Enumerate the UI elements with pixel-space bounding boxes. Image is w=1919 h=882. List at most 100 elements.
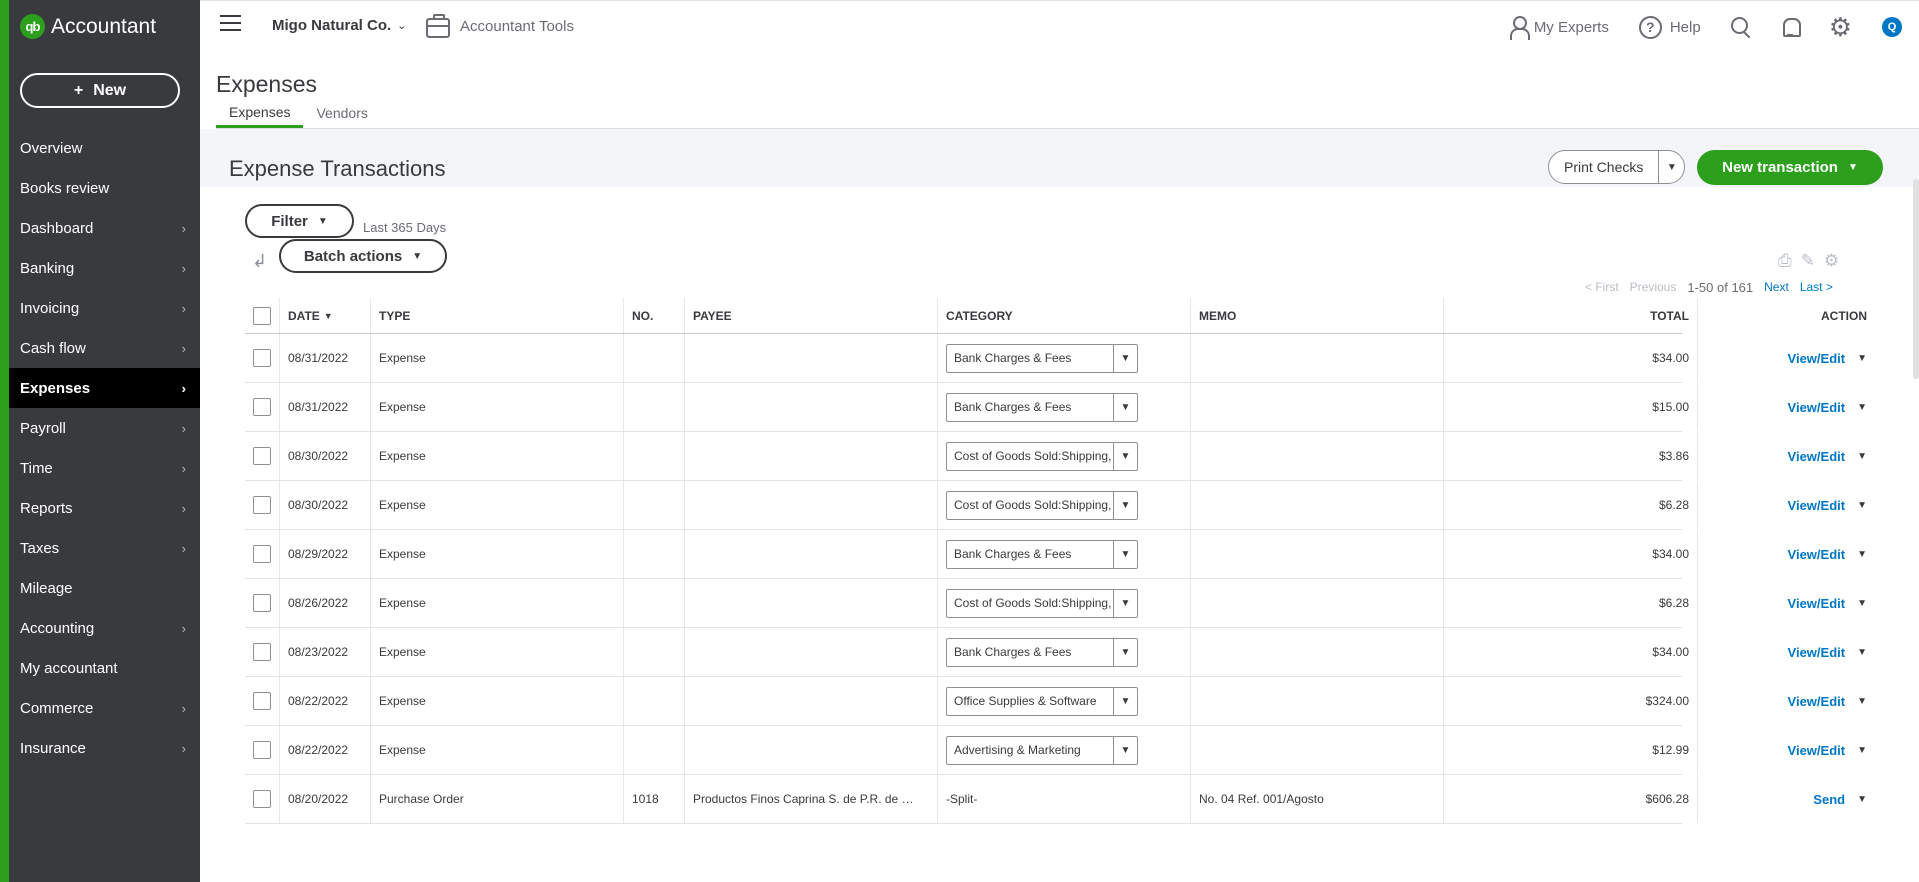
accountant-tools-button[interactable]: Accountant Tools — [426, 14, 574, 38]
table-row[interactable]: 08/30/2022 Expense Cost of Goods Sold:Ship… — [245, 432, 1867, 481]
table-row[interactable]: 08/22/2022 Expense Office Supplies & Softw… — [245, 677, 1867, 726]
sidebar-item-mileage[interactable]: Mileage — [9, 568, 200, 608]
category-select[interactable]: Bank Charges & Fees ▼ — [946, 343, 1138, 373]
col-type[interactable]: TYPE — [371, 298, 624, 333]
row-action-link[interactable]: View/Edit — [1788, 596, 1846, 611]
row-checkbox[interactable] — [253, 496, 271, 514]
table-settings-gear-icon[interactable]: ⚙ — [1824, 251, 1839, 271]
category-select[interactable]: Cost of Goods Sold:Shipping, fr ▼ — [946, 490, 1138, 520]
table-row[interactable]: 08/31/2022 Expense Bank Charges & Fees ▼ $34… — [245, 334, 1867, 383]
caret-down-icon[interactable]: ▼ — [1857, 353, 1867, 364]
sidebar-item-expenses[interactable]: Expenses › — [9, 368, 200, 408]
row-action-link[interactable]: View/Edit — [1788, 498, 1846, 513]
select-all-checkbox[interactable] — [253, 306, 271, 325]
tab-vendors[interactable]: Vendors — [303, 98, 380, 128]
caret-down-icon[interactable]: ▼ — [1857, 451, 1867, 462]
table-row[interactable]: 08/20/2022 Purchase Order 1018 Productos Fi… — [245, 775, 1867, 824]
table-row[interactable]: 08/23/2022 Expense Bank Charges & Fees ▼ $34… — [245, 628, 1867, 677]
row-action-link[interactable]: View/Edit — [1788, 449, 1846, 464]
pager-next[interactable]: Next — [1764, 280, 1789, 295]
table-row[interactable]: 08/29/2022 Expense Bank Charges & Fees ▼ $34… — [245, 530, 1867, 579]
col-category[interactable]: CATEGORY — [938, 298, 1191, 333]
row-checkbox[interactable] — [253, 594, 271, 612]
row-action-link[interactable]: View/Edit — [1788, 645, 1846, 660]
row-action-link[interactable]: View/Edit — [1788, 351, 1846, 366]
col-no[interactable]: NO. — [624, 298, 685, 333]
notifications-button[interactable] — [1781, 16, 1801, 38]
caret-down-icon[interactable]: ▼ — [1857, 794, 1867, 805]
batch-actions-button[interactable]: Batch actions ▼ — [279, 239, 447, 273]
table-row[interactable]: 08/22/2022 Expense Advertising & Marketing… — [245, 726, 1867, 775]
row-checkbox[interactable] — [253, 790, 271, 808]
sidebar-item-invoicing[interactable]: Invoicing › — [9, 288, 200, 328]
table-row[interactable]: 08/30/2022 Expense Cost of Goods Sold:Ship… — [245, 481, 1867, 530]
sidebar-item-payroll[interactable]: Payroll › — [9, 408, 200, 448]
new-transaction-button[interactable]: New transaction ▼ — [1697, 150, 1883, 185]
sidebar-item-dashboard[interactable]: Dashboard › — [9, 208, 200, 248]
category-select[interactable]: Cost of Goods Sold:Shipping, fr ▼ — [946, 441, 1138, 471]
caret-down-icon[interactable]: ▼ — [1857, 598, 1867, 609]
col-payee[interactable]: PAYEE — [685, 298, 938, 333]
hamburger-menu-icon[interactable] — [220, 15, 241, 33]
category-value: Advertising & Marketing — [954, 743, 1081, 757]
caret-down-icon[interactable]: ▼ — [1857, 745, 1867, 756]
row-action-link[interactable]: View/Edit — [1788, 694, 1846, 709]
search-button[interactable] — [1730, 17, 1751, 37]
row-checkbox[interactable] — [253, 643, 271, 661]
row-action-link[interactable]: Send — [1813, 792, 1845, 807]
caret-down-icon[interactable]: ▼ — [1857, 500, 1867, 511]
caret-down-icon[interactable]: ▼ — [1857, 402, 1867, 413]
export-icon[interactable]: ✎ — [1801, 251, 1815, 271]
row-checkbox[interactable] — [253, 692, 271, 710]
col-date[interactable]: DATE ▼ — [280, 298, 371, 333]
sidebar-item-insurance[interactable]: Insurance › — [9, 728, 200, 768]
category-select[interactable]: Advertising & Marketing ▼ — [946, 735, 1138, 765]
row-checkbox[interactable] — [253, 545, 271, 563]
category-select[interactable]: Cost of Goods Sold:Shipping, fr ▼ — [946, 588, 1138, 618]
caret-down-icon[interactable]: ▼ — [1857, 549, 1867, 560]
print-icon[interactable]: ⎙ — [1778, 251, 1792, 271]
tab-expenses[interactable]: Expenses — [216, 98, 304, 128]
pager-first[interactable]: < First — [1585, 280, 1619, 295]
row-checkbox[interactable] — [253, 447, 271, 465]
help-button[interactable]: ? Help — [1638, 15, 1701, 39]
row-action-link[interactable]: View/Edit — [1788, 743, 1846, 758]
my-experts-button[interactable]: My Experts — [1509, 16, 1609, 40]
row-checkbox[interactable] — [253, 741, 271, 759]
pager-previous[interactable]: Previous — [1630, 280, 1677, 295]
category-select[interactable]: Bank Charges & Fees ▼ — [946, 539, 1138, 569]
sidebar-item-cash-flow[interactable]: Cash flow › — [9, 328, 200, 368]
brand-logo[interactable]: qb Accountant — [20, 14, 156, 39]
print-checks-dropdown[interactable]: ▼ — [1658, 151, 1684, 183]
col-total[interactable]: TOTAL — [1444, 298, 1698, 333]
caret-down-icon[interactable]: ▼ — [1857, 696, 1867, 707]
col-memo[interactable]: MEMO — [1191, 298, 1444, 333]
company-switcher[interactable]: Migo Natural Co. ⌄ — [272, 17, 406, 34]
sidebar-item-books-review[interactable]: Books review — [9, 168, 200, 208]
print-checks-button[interactable]: Print Checks — [1549, 151, 1658, 183]
sidebar-item-accounting[interactable]: Accounting › — [9, 608, 200, 648]
table-row[interactable]: 08/26/2022 Expense Cost of Goods Sold:Ship… — [245, 579, 1867, 628]
new-button[interactable]: + New — [20, 73, 180, 108]
caret-down-icon[interactable]: ▼ — [1857, 647, 1867, 658]
sidebar-item-time[interactable]: Time › — [9, 448, 200, 488]
row-action-link[interactable]: View/Edit — [1788, 547, 1846, 562]
sidebar-item-taxes[interactable]: Taxes › — [9, 528, 200, 568]
category-select[interactable]: Office Supplies & Software ▼ — [946, 686, 1138, 716]
sidebar-item-reports[interactable]: Reports › — [9, 488, 200, 528]
sidebar-item-commerce[interactable]: Commerce › — [9, 688, 200, 728]
row-action-link[interactable]: View/Edit — [1788, 400, 1846, 415]
category-select[interactable]: Bank Charges & Fees ▼ — [946, 392, 1138, 422]
scrollbar-thumb[interactable] — [1913, 179, 1919, 379]
table-row[interactable]: 08/31/2022 Expense Bank Charges & Fees ▼ $15… — [245, 383, 1867, 432]
avatar[interactable]: Q — [1882, 17, 1902, 37]
row-checkbox[interactable] — [253, 349, 271, 367]
settings-button[interactable]: ⚙ — [1829, 14, 1852, 40]
filter-button[interactable]: Filter ▼ — [245, 204, 354, 238]
sidebar-item-banking[interactable]: Banking › — [9, 248, 200, 288]
pager-last[interactable]: Last > — [1800, 280, 1833, 295]
sidebar-item-my-accountant[interactable]: My accountant — [9, 648, 200, 688]
category-select[interactable]: Bank Charges & Fees ▼ — [946, 637, 1138, 667]
row-checkbox[interactable] — [253, 398, 271, 416]
sidebar-item-overview[interactable]: Overview — [9, 128, 200, 168]
